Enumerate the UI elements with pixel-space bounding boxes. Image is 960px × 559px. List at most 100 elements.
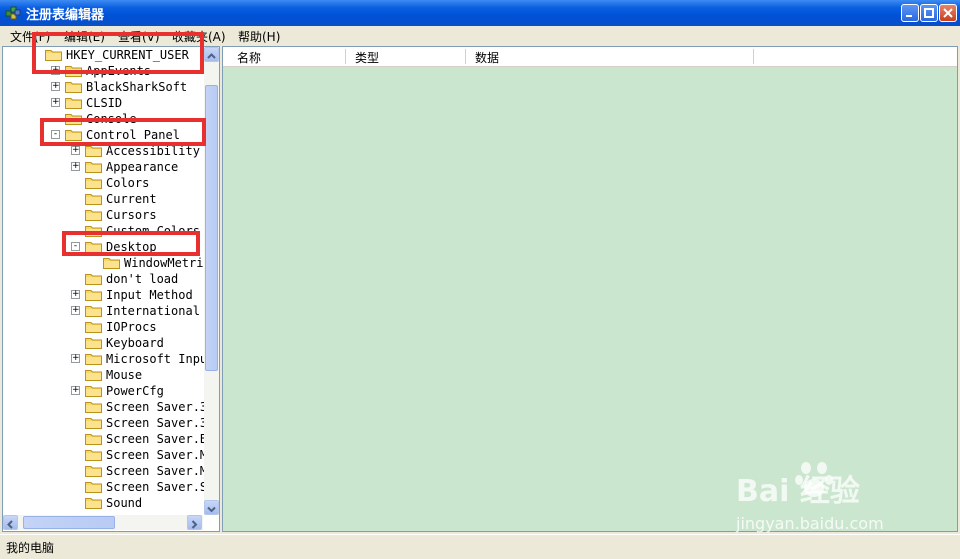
tree-node-label: Screen Saver.3DFlyingObj [106,400,219,414]
tree-node[interactable]: + CLSID [3,95,203,111]
tree-node[interactable]: + Input Method [3,287,203,303]
column-divider[interactable] [345,49,346,64]
menu-help[interactable]: 帮助(H) [238,28,280,45]
tree-node[interactable]: + Appearance [3,159,203,175]
expand-icon[interactable]: + [71,305,80,315]
expand-icon[interactable]: + [71,145,80,155]
annotation-box-hkcu [32,32,204,74]
expander-glyph: + [72,385,80,395]
folder-icon [85,370,102,381]
folder-icon [65,82,82,93]
expand-icon[interactable]: + [71,289,80,299]
tree-node-label: CLSID [86,96,123,110]
scroll-up-button[interactable] [204,47,219,62]
tree-node[interactable]: + International [3,303,203,319]
tree-node-label: Screen Saver.3DPipes [106,416,219,430]
window-title: 注册表编辑器 [26,8,105,23]
tree-node[interactable]: WindowMetrics [3,255,218,271]
minimize-button[interactable] [901,4,919,22]
column-divider[interactable] [753,49,754,64]
status-path: 我的电脑 [6,541,55,555]
maximize-icon [924,8,934,18]
expand-icon[interactable]: + [71,353,80,363]
folder-icon [85,162,102,173]
scroll-right-button[interactable] [187,515,202,530]
tree-node[interactable]: Mouse [3,367,203,383]
regedit-app-icon [5,6,21,20]
tree-node[interactable]: Colors [3,175,203,191]
minimize-icon [906,15,912,17]
tree-vertical-scrollbar[interactable] [204,47,219,515]
expander-glyph: + [52,81,60,91]
tree-node[interactable]: don't load [3,271,203,287]
scroll-down-button[interactable] [204,500,219,515]
tree-node-label: Colors [106,176,150,190]
folder-icon [85,210,102,221]
folder-icon [85,322,102,333]
tree-node[interactable]: Screen Saver.Stars [3,479,219,495]
expander-glyph: + [72,289,80,299]
folder-icon [85,466,102,477]
folder-icon [85,194,102,205]
tree-node-label: Input Method [106,288,193,302]
tree-node-label: Screen Saver.Bezier [106,432,219,446]
folder-icon [85,338,102,349]
tree-node-label: Cursors [106,208,157,222]
tree-node-label: Screen Saver.Marquee [106,448,219,462]
baidu-jingyan-watermark: Bai 经验 jingyan.baidu.com [736,460,936,540]
column-divider[interactable] [465,49,466,64]
tree-node-label: BlackSharkSoft [86,80,188,94]
tree-node-label: Screen Saver.Stars [106,480,219,494]
tree-node[interactable]: Screen Saver.Mystify [3,463,219,479]
chevron-down-icon [207,506,216,513]
watermark-url: jingyan.baidu.com [736,514,884,533]
tree-node[interactable]: IOProcs [3,319,203,335]
tree-node-label: Keyboard [106,336,164,350]
folder-icon [85,402,102,413]
folder-icon [85,354,102,365]
folder-icon [85,290,102,301]
tree-node[interactable]: Screen Saver.3DPipes [3,415,219,431]
folder-icon [85,482,102,493]
close-button[interactable] [939,4,957,22]
column-header-name[interactable]: 名称 [237,49,261,66]
folder-icon [103,258,120,269]
folder-icon [85,306,102,317]
tree-node-label: Current [106,192,157,206]
tree-node-label: Mouse [106,368,143,382]
tree-node[interactable]: + Microsoft Input Devices [3,351,219,367]
tree-node-label: don't load [106,272,179,286]
folder-icon [85,178,102,189]
tree-node[interactable]: Sound [3,495,203,511]
tree-node[interactable]: Screen Saver.Bezier [3,431,219,447]
tree-node[interactable]: + PowerCfg [3,383,203,399]
tree-horizontal-scrollbar[interactable] [3,515,203,530]
maximize-button[interactable] [920,4,938,22]
chevron-up-icon [207,53,216,59]
tree-node[interactable]: Keyboard [3,335,203,351]
tree-node-label: Screen Saver.Mystify [106,464,219,478]
expand-icon[interactable]: + [71,161,80,171]
tree-node[interactable]: Cursors [3,207,203,223]
registry-editor-window: 注册表编辑器 文件(F) 编辑(E) 查看(V) 收藏夹(A) 帮助(H) HK… [0,0,960,559]
scroll-left-button[interactable] [3,515,18,530]
tree-node[interactable]: Current [3,191,203,207]
folder-icon [65,98,82,109]
tree-node[interactable]: Screen Saver.Marquee [3,447,219,463]
folder-icon [85,450,102,461]
expander-glyph: + [52,97,60,107]
tree-node-label: Appearance [106,160,179,174]
tree-node[interactable]: Screen Saver.3DFlyingObj [3,399,219,415]
tree-node[interactable]: + BlackSharkSoft [3,79,203,95]
tree-scroll-thumb[interactable] [205,85,218,371]
column-header-data[interactable]: 数据 [475,49,499,66]
title-bar[interactable]: 注册表编辑器 [0,0,960,26]
tree-node-label: Microsoft Input Devices [106,352,219,366]
expand-icon[interactable]: + [71,385,80,395]
tree-hscroll-thumb[interactable] [23,516,115,529]
expand-icon[interactable]: + [51,97,60,107]
expand-icon[interactable]: + [51,81,60,91]
column-header-type[interactable]: 类型 [355,49,379,66]
expander-glyph: + [72,305,80,315]
chevron-right-icon [191,520,198,529]
